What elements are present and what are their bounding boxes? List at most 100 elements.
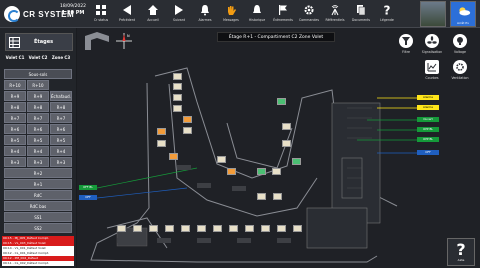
zone-badge[interactable] — [157, 140, 166, 147]
alarm-list: 09:15 - MJ_005_Défaut Compt. 09:15 - VL_… — [2, 236, 74, 266]
floor-cell[interactable]: Sous-sols — [4, 69, 72, 79]
nav-commands-button[interactable]: Commandes — [296, 2, 322, 26]
zone-badge[interactable] — [183, 127, 192, 134]
floor-cell[interactable]: RdC — [4, 190, 72, 200]
floor-cell[interactable]: R+5 — [27, 135, 49, 145]
status-tag[interactable]: OPP BL — [417, 127, 439, 132]
nav-label: Suivant — [172, 18, 186, 22]
zone-badge[interactable] — [181, 225, 190, 232]
nav-documents-button[interactable]: Documents — [348, 2, 374, 26]
signalisation-button[interactable]: Signalisation — [421, 34, 443, 58]
status-tag[interactable]: Ouvert — [417, 117, 439, 122]
floor-cell[interactable]: R+8 — [27, 102, 49, 112]
floor-cell[interactable]: R+7 — [4, 113, 26, 123]
floor-cell[interactable]: R+4 — [27, 146, 49, 156]
zone-badge[interactable] — [227, 168, 236, 175]
floor-plan-view: N Étage R+1 - Compartiment C2 Zone Volet — [77, 28, 480, 268]
status-tag[interactable]: Alarme — [417, 105, 439, 110]
zone-badge[interactable] — [173, 94, 182, 101]
zone-badge[interactable] — [183, 116, 192, 123]
zone-badge[interactable] — [213, 225, 222, 232]
zone-badge[interactable] — [272, 168, 281, 175]
floor-cell[interactable]: R+3 — [27, 157, 49, 167]
floor-cell[interactable]: R+6 — [4, 124, 26, 134]
floor-cell[interactable]: R+5 — [4, 135, 26, 145]
floor-cell[interactable]: R+6 — [27, 124, 49, 134]
nav-next-button[interactable]: Suivant — [166, 2, 192, 26]
floor-cell[interactable]: R+4 — [50, 146, 72, 156]
ventilation-button[interactable]: Ventilation — [449, 60, 471, 84]
nav-messages-button[interactable]: Messages — [218, 2, 244, 26]
nav-history-button[interactable]: Historique — [244, 2, 270, 26]
zone-badge[interactable] — [282, 123, 291, 130]
floor-cell[interactable]: SS2 — [4, 223, 72, 233]
zone-badge[interactable] — [117, 225, 126, 232]
zone-badge[interactable] — [261, 225, 270, 232]
nav-events-button[interactable]: Évènements — [270, 2, 296, 26]
zone-badge[interactable] — [157, 128, 166, 135]
floor-cell[interactable]: R+8 — [4, 102, 26, 112]
zone-badge[interactable] — [257, 168, 266, 175]
zone-badge[interactable] — [277, 225, 286, 232]
zone-badge[interactable] — [217, 156, 226, 163]
floor-cell[interactable]: R+10 — [4, 80, 26, 90]
floor-cell[interactable]: RdC bas — [4, 201, 72, 211]
zone-badge[interactable] — [149, 225, 158, 232]
zone-badge[interactable] — [292, 158, 301, 165]
status-tag[interactable]: Alarme — [417, 95, 439, 100]
stages-header[interactable]: Étages — [5, 33, 73, 51]
floor-cell[interactable]: SS1 — [4, 212, 72, 222]
floor-cell[interactable]: Échafaud. — [50, 91, 72, 101]
floor-cell[interactable]: R+2 — [4, 168, 72, 178]
status-tag[interactable]: OFF — [417, 150, 439, 155]
floor-cell[interactable]: R+9 — [4, 91, 26, 101]
status-tag[interactable]: OFF — [79, 195, 97, 200]
zone-badge[interactable] — [273, 193, 282, 200]
status-tag[interactable]: OFF BL — [79, 185, 97, 190]
floor-cell[interactable]: R+9 — [27, 91, 49, 101]
help-button[interactable]: ? Aide — [447, 238, 475, 266]
floor-cell[interactable]: R+7 — [50, 113, 72, 123]
floor-cell[interactable]: R+3 — [50, 157, 72, 167]
floor-cell[interactable]: R+5 — [50, 135, 72, 145]
floor-cell[interactable]: R+1 — [4, 179, 72, 189]
nav-label: Historique — [248, 18, 266, 22]
nav-cr-status-button[interactable]: Cr status — [88, 2, 114, 26]
zone-badge[interactable] — [169, 153, 178, 160]
floor-cell[interactable]: R+6 — [50, 124, 72, 134]
status-tag[interactable]: OPP BL — [417, 137, 439, 142]
voltage-button[interactable]: Voltage — [449, 34, 471, 58]
alarm-bell-icon — [201, 5, 209, 16]
filter-button[interactable]: Filtre — [395, 34, 417, 58]
building-thumbnail[interactable] — [420, 1, 446, 27]
zone-badge[interactable] — [133, 225, 142, 232]
zone-badge[interactable] — [165, 225, 174, 232]
zone-badge[interactable] — [173, 83, 182, 90]
bulb-icon — [453, 34, 467, 48]
nav-previous-button[interactable]: Précédent — [114, 2, 140, 26]
floor-cell[interactable]: R+3 — [4, 157, 26, 167]
zone-badge[interactable] — [293, 225, 302, 232]
alarm-row[interactable]: 09:11 - CL_002_Défaut Compt. — [2, 261, 74, 266]
zone-badge[interactable] — [173, 73, 182, 80]
floor-cell[interactable]: R+8 — [50, 102, 72, 112]
floor-cell[interactable]: R+4 — [4, 146, 26, 156]
nav-legend-button[interactable]: ? Légende — [374, 2, 400, 26]
curves-button[interactable]: Courbes — [421, 60, 443, 84]
weather-thumbnail[interactable]: Arrêt Pv — [450, 1, 476, 27]
zone-badge[interactable] — [229, 225, 238, 232]
flag-icon — [279, 5, 287, 15]
zone-badge[interactable] — [277, 98, 286, 105]
zone-badge[interactable] — [173, 105, 182, 112]
zone-badge[interactable] — [245, 225, 254, 232]
nav-home-button[interactable]: Accueil — [140, 2, 166, 26]
nav-label: Messages — [223, 18, 239, 22]
zone-badge[interactable] — [257, 193, 266, 200]
top-bar: CR SYSTEM 18/09/2022 1:20 PM Cr status P… — [0, 0, 480, 28]
zone-badge[interactable] — [197, 225, 206, 232]
floor-cell[interactable]: R+10 — [27, 80, 49, 90]
nav-alarms-button[interactable]: Alarmes — [192, 2, 218, 26]
zone-badge[interactable] — [282, 140, 291, 147]
nav-references-button[interactable]: Référentiels — [322, 2, 348, 26]
floor-cell[interactable]: R+7 — [27, 113, 49, 123]
